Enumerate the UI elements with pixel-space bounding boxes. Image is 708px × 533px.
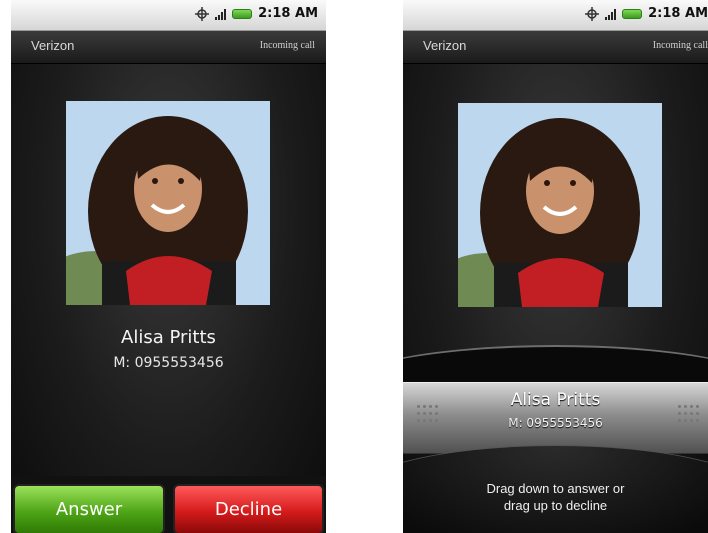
caller-name: Alisa Pritts <box>121 327 216 348</box>
caller-photo-image <box>458 103 662 307</box>
battery-icon <box>622 8 643 19</box>
call-state: Incoming call <box>259 40 315 51</box>
call-action-bar: Answer Decline <box>11 476 326 533</box>
incoming-call-screen-slider: 2:18 AM Verizon Incoming call Alisa Prit… <box>403 0 708 533</box>
caller-photo-image <box>66 101 270 305</box>
incoming-call-screen-buttons: 2:18 AM Verizon Incoming call Alisa Prit… <box>11 0 326 533</box>
status-bar: 2:18 AM <box>11 0 326 31</box>
caller-number: M: 0955553456 <box>508 416 603 430</box>
answer-button[interactable]: Answer <box>13 484 165 533</box>
signal-icon <box>605 8 617 20</box>
signal-icon <box>215 8 227 20</box>
status-time: 2:18 AM <box>258 6 318 21</box>
decline-button[interactable]: Decline <box>173 484 324 533</box>
drag-hint-line-1: Drag down to answer or <box>486 481 625 496</box>
call-state: Incoming call <box>652 40 708 51</box>
caller-photo <box>458 103 662 307</box>
carrier-name: Verizon <box>31 38 75 53</box>
caller-name: Alisa Pritts <box>510 390 601 410</box>
answer-label: Answer <box>55 499 123 520</box>
decline-label: Decline <box>214 499 283 520</box>
gps-icon <box>195 6 210 21</box>
carrier-bar: Verizon Incoming call <box>403 31 708 64</box>
status-bar: 2:18 AM <box>403 0 708 31</box>
carrier-name: Verizon <box>423 38 467 53</box>
carrier-bar: Verizon Incoming call <box>11 31 326 64</box>
caller-number: M: 0955553456 <box>113 355 224 371</box>
drag-hint-line-2: drag up to decline <box>503 498 608 513</box>
gps-icon <box>585 6 600 21</box>
battery-icon <box>232 8 253 19</box>
answer-decline-slider[interactable]: Alisa Pritts M: 0955553456 <box>403 382 708 454</box>
status-time: 2:18 AM <box>648 6 708 21</box>
drag-instructions: Drag down to answer or drag up to declin… <box>403 480 708 514</box>
caller-photo <box>66 101 270 305</box>
